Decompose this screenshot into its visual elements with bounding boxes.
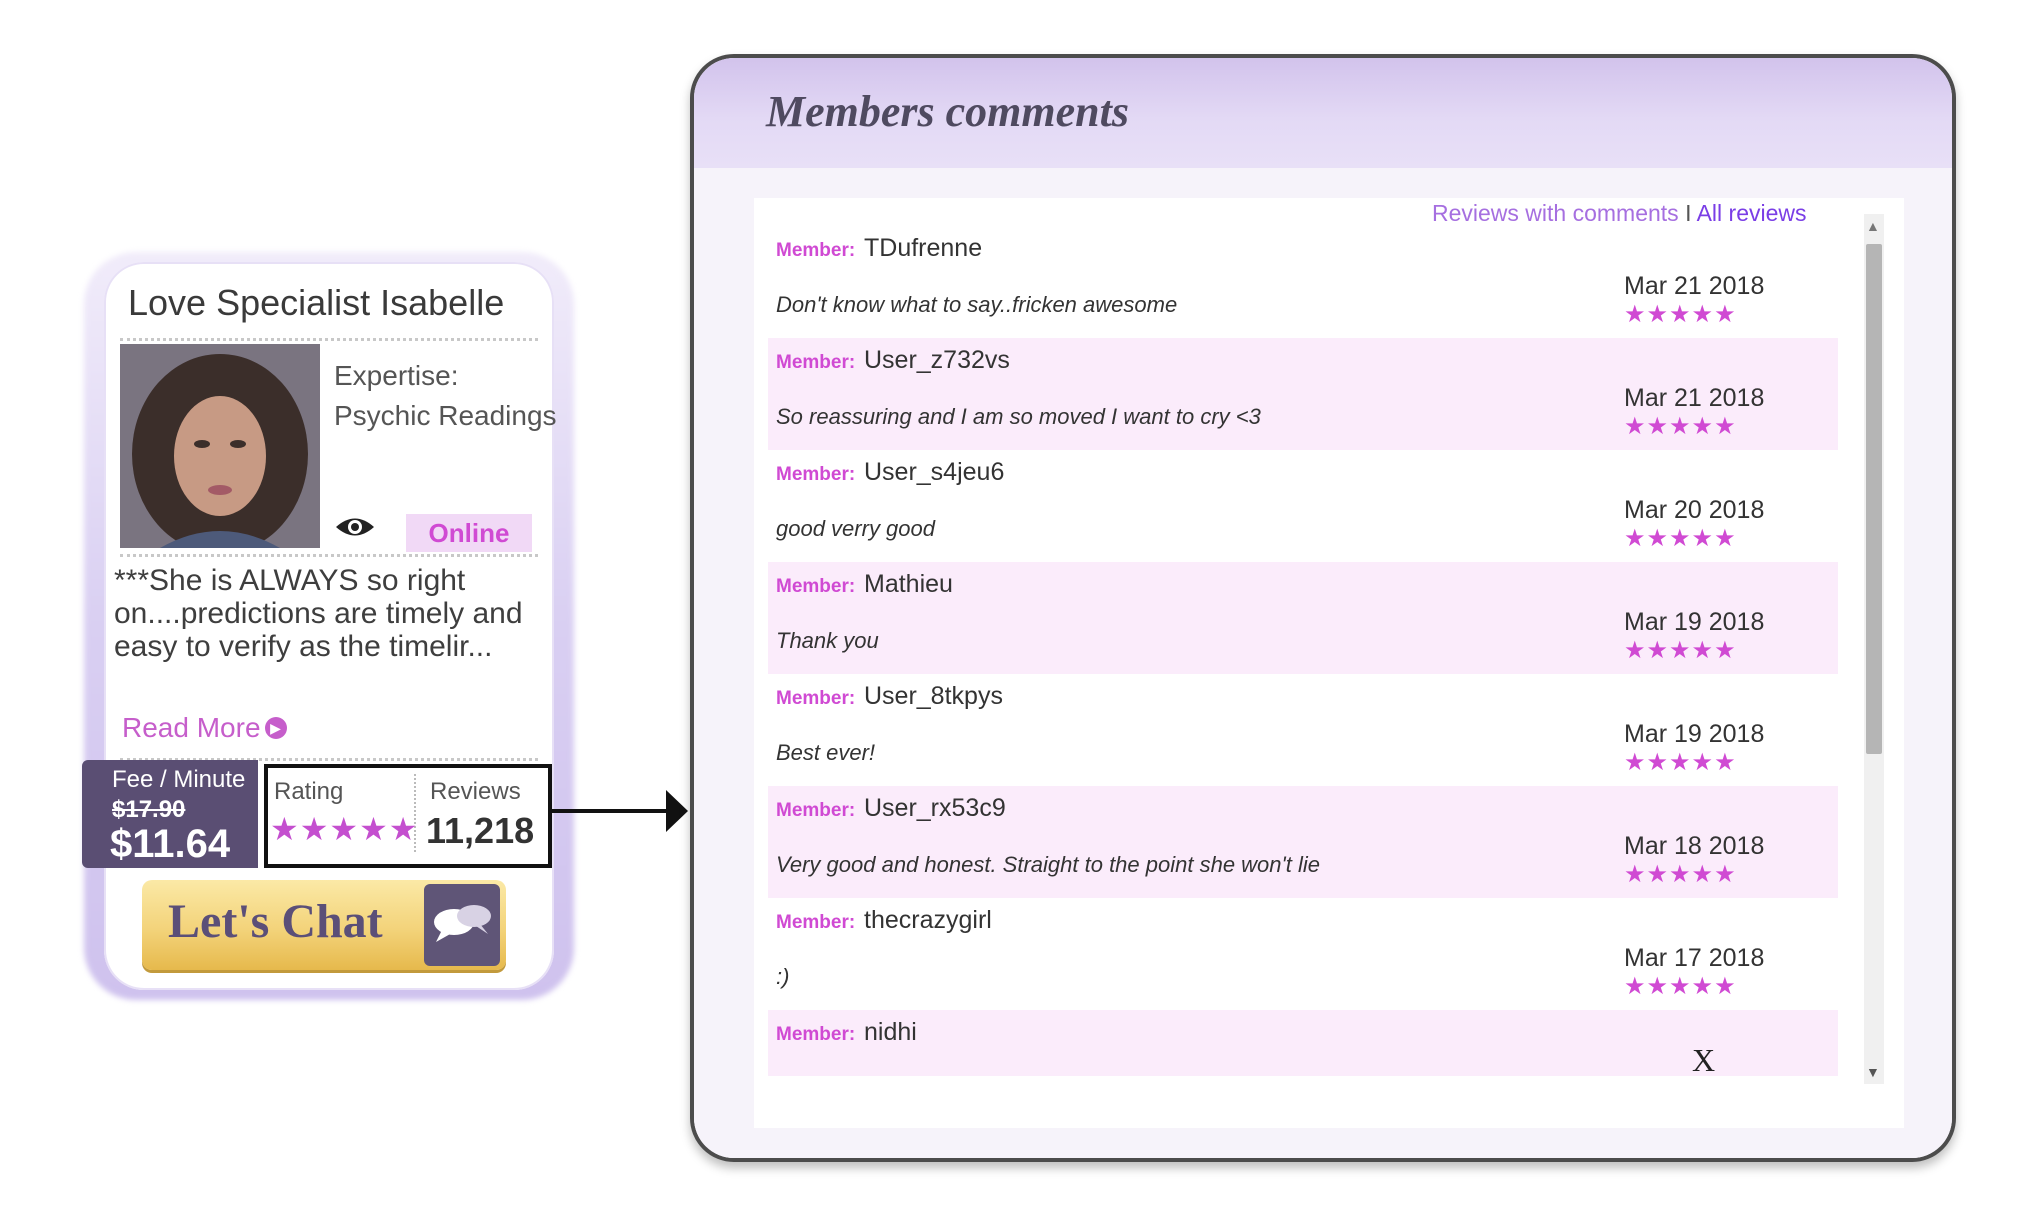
member-label: Member:	[776, 688, 856, 709]
fee-old-price: $17.90	[112, 796, 186, 823]
comment-item: Member: Mathieu Thank you Mar 19 2018 ★★…	[768, 562, 1838, 674]
member-name: User_z732vs	[864, 346, 1010, 374]
comment-item: Member: nidhi	[768, 1010, 1838, 1076]
reviews-count[interactable]: 11,218	[426, 810, 534, 852]
comment-date: Mar 19 2018	[1624, 608, 1765, 636]
member-name: nidhi	[864, 1018, 917, 1046]
comment-stars: ★★★★★	[1624, 525, 1737, 552]
comment-stars: ★★★★★	[1624, 301, 1737, 328]
comment-date: Mar 18 2018	[1624, 832, 1765, 860]
comment-date: Mar 20 2018	[1624, 496, 1765, 524]
comment-stars: ★★★★★	[1624, 637, 1737, 664]
member-name: User_8tkpys	[864, 682, 1003, 710]
comment-date: Mar 19 2018	[1624, 720, 1765, 748]
lets-chat-label: Let's Chat	[168, 895, 383, 948]
comment-stars: ★★★★★	[1624, 749, 1737, 776]
comments-list: Member: TDufrenne Don't know what to say…	[768, 226, 1838, 1076]
expertise-value: Psychic Readings	[334, 400, 557, 431]
comment-date: Mar 21 2018	[1624, 384, 1765, 412]
comment-item: Member: User_s4jeu6 good verry good Mar …	[768, 450, 1838, 562]
member-name: TDufrenne	[864, 234, 983, 262]
comment-text: :)	[776, 964, 790, 989]
read-more-label: Read More	[122, 712, 261, 743]
panel-title: Members comments	[766, 87, 1129, 136]
member-name: User_s4jeu6	[864, 458, 1005, 486]
rating-stars: ★★★★★	[270, 811, 419, 847]
scroll-down-icon[interactable]: ▼	[1866, 1064, 1880, 1080]
reviews-label: Reviews	[430, 778, 521, 805]
member-label: Member:	[776, 1024, 856, 1045]
comment-stars: ★★★★★	[1624, 973, 1737, 1000]
arrow-head-icon	[666, 790, 688, 832]
comment-date: Mar 17 2018	[1624, 944, 1765, 972]
status-badge: Online	[406, 514, 532, 552]
divider	[120, 554, 538, 557]
comment-item: Member: User_8tkpys Best ever! Mar 19 20…	[768, 674, 1838, 786]
scrollbar-thumb[interactable]	[1866, 244, 1882, 754]
member-label: Member:	[776, 800, 856, 821]
comment-text: Best ever!	[776, 740, 876, 765]
all-reviews-link[interactable]: All reviews	[1697, 200, 1807, 226]
comment-item: Member: TDufrenne Don't know what to say…	[768, 226, 1838, 338]
fee-label: Fee / Minute	[112, 766, 246, 793]
arrow-right-circle-icon: ▶	[264, 717, 287, 739]
divider	[120, 338, 538, 341]
eye-icon[interactable]	[334, 512, 376, 547]
comment-text: Thank you	[776, 628, 879, 653]
profile-name: Love Specialist Isabelle	[128, 282, 505, 323]
member-name: thecrazygirl	[864, 906, 992, 934]
bio-text: ***She is ALWAYS so right on....predicti…	[114, 564, 523, 663]
close-button[interactable]: X	[1692, 1042, 1715, 1079]
read-more-link[interactable]: Read More ▶	[122, 712, 287, 744]
comment-item: Member: thecrazygirl :) Mar 17 2018 ★★★★…	[768, 898, 1838, 1010]
expertise-label: Expertise:	[334, 360, 459, 391]
arrow-connector	[548, 809, 668, 813]
chat-bubbles-icon	[424, 884, 500, 966]
comment-item: Member: User_rx53c9 Very good and honest…	[768, 786, 1838, 898]
member-label: Member:	[776, 352, 856, 373]
comment-item: Member: User_z732vs So reassuring and I …	[768, 338, 1838, 450]
panel-header: Members comments	[694, 58, 1952, 168]
member-label: Member:	[776, 576, 856, 597]
member-label: Member:	[776, 464, 856, 485]
member-label: Member:	[776, 912, 856, 933]
member-name: User_rx53c9	[864, 794, 1006, 822]
rating-label: Rating	[274, 778, 344, 805]
reviews-with-comments-link[interactable]: Reviews with comments	[1432, 200, 1679, 226]
member-name: Mathieu	[864, 570, 953, 598]
review-filter-links: Reviews with comments I All reviews	[1432, 200, 1807, 227]
comment-text: Don't know what to say..fricken awesome	[776, 292, 1178, 317]
link-separator: I	[1678, 200, 1697, 226]
comment-text: good verry good	[776, 516, 935, 541]
comment-stars: ★★★★★	[1624, 861, 1737, 888]
member-label: Member:	[776, 240, 856, 261]
fee-new-price: $11.64	[110, 822, 231, 866]
comment-text: Very good and honest. Straight to the po…	[776, 852, 1320, 877]
comment-stars: ★★★★★	[1624, 413, 1737, 440]
avatar[interactable]	[120, 344, 320, 548]
comment-text: So reassuring and I am so moved I want t…	[776, 404, 1261, 429]
scroll-up-icon[interactable]: ▲	[1866, 218, 1880, 234]
comment-date: Mar 21 2018	[1624, 272, 1765, 300]
